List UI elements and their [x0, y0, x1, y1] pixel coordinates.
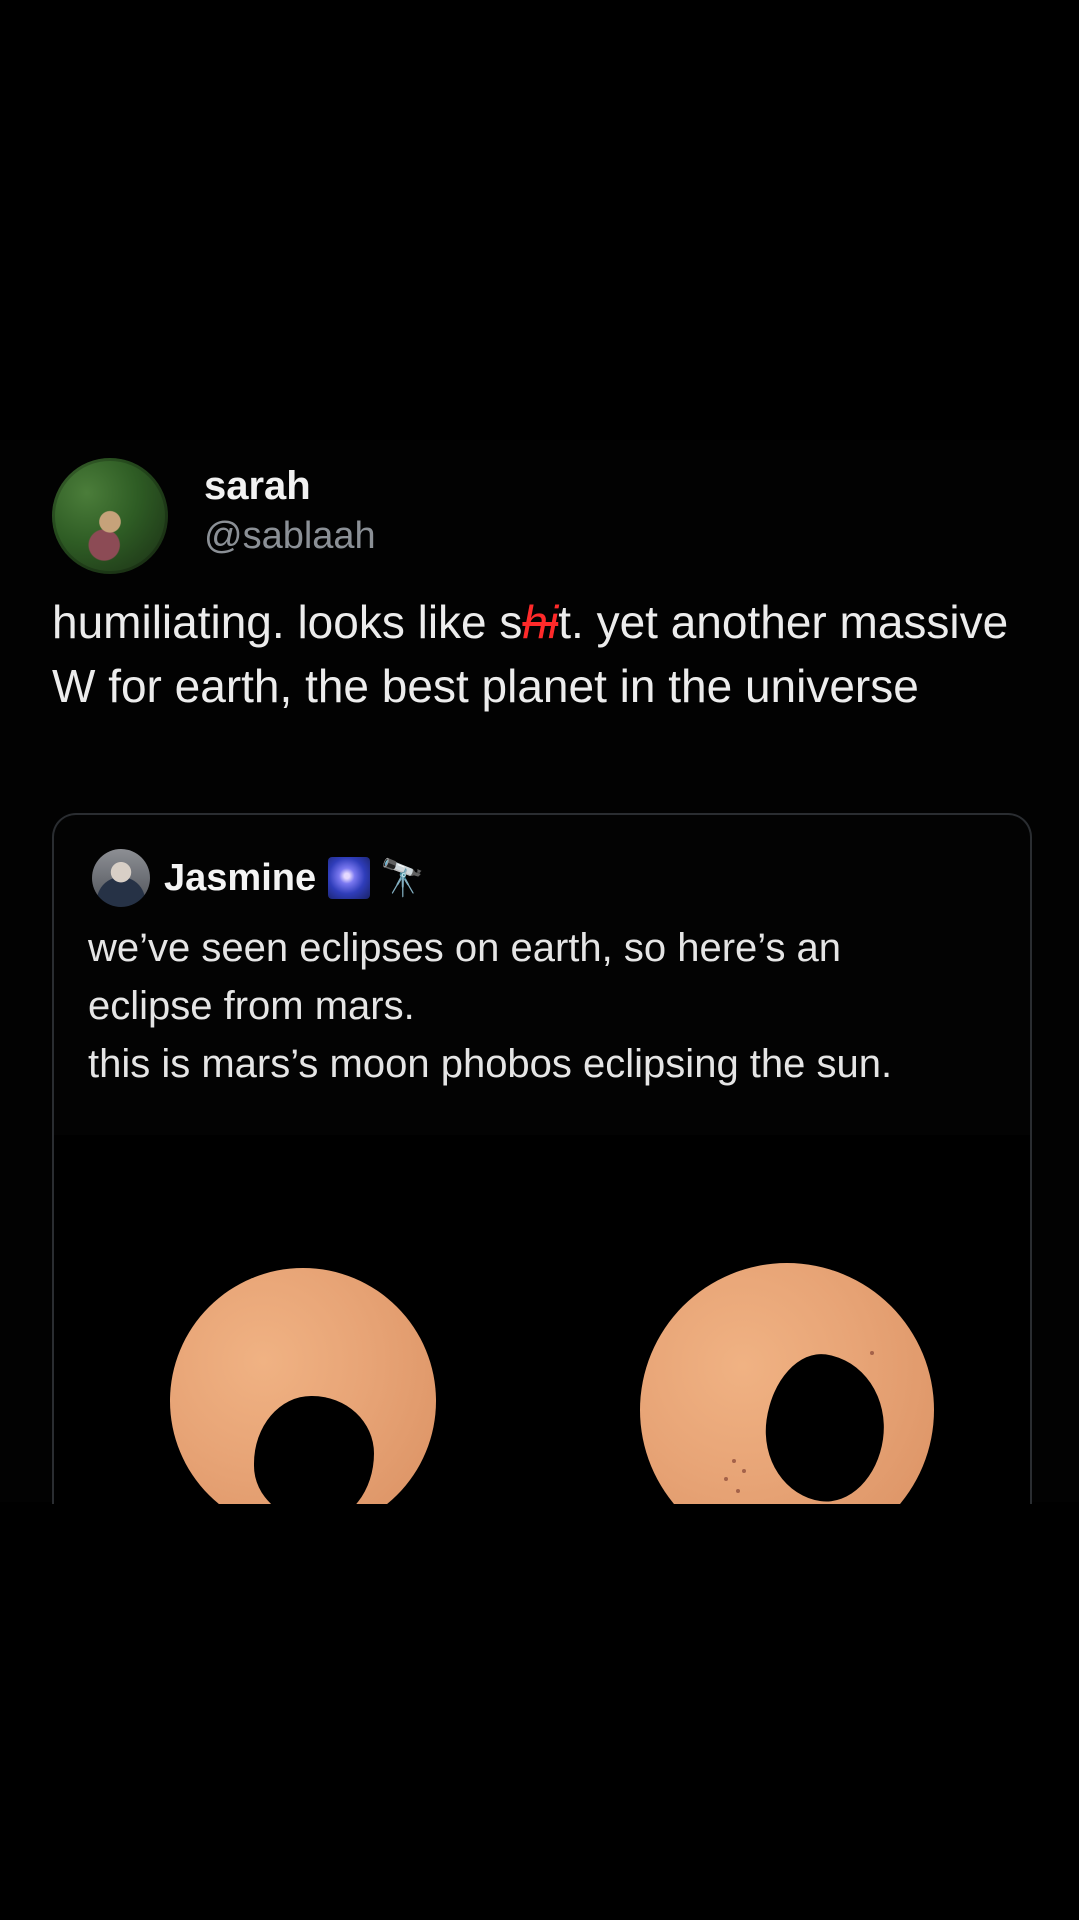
quoted-tweet[interactable]: Jasmine 🔭 we’ve seen eclipses on earth, … [52, 813, 1032, 1504]
tweet-card: sarah @sablaah humiliating. looks like s… [0, 440, 1079, 1504]
tweet-text-before: humiliating. looks like s [52, 596, 523, 648]
sunspot [732, 1459, 736, 1463]
sunspot [870, 1351, 874, 1355]
quoted-text-line: eclipse from mars. [88, 984, 415, 1028]
phobos-silhouette-right [756, 1347, 894, 1504]
censored-word-scribble: hi [522, 596, 559, 648]
sunspot [736, 1489, 740, 1493]
sunspot [724, 1477, 728, 1481]
sun-disk-right [640, 1263, 934, 1504]
quoted-avatar[interactable] [92, 849, 150, 907]
sun-disk-left [170, 1268, 436, 1504]
quoted-tweet-author: Jasmine 🔭 [92, 849, 425, 907]
sunspot [742, 1469, 746, 1473]
quoted-display-name[interactable]: Jasmine [164, 857, 316, 900]
telescope-icon: 🔭 [380, 857, 425, 898]
quoted-text-line: this is mars’s moon phobos eclipsing the… [88, 1042, 893, 1086]
galaxy-icon [328, 857, 371, 899]
tweet-author: sarah @sablaah [52, 458, 376, 574]
display-name[interactable]: sarah [204, 460, 376, 512]
eclipse-image[interactable] [54, 1135, 1030, 1504]
tweet-text: humiliating. looks like shit. yet anothe… [52, 590, 1012, 718]
username-handle[interactable]: @sablaah [204, 512, 376, 560]
quoted-text-line: we’ve seen eclipses on earth, so here’s … [88, 926, 842, 970]
quoted-tweet-text: we’ve seen eclipses on earth, so here’s … [88, 919, 988, 1093]
author-names: sarah @sablaah [204, 460, 376, 560]
phobos-silhouette-left [254, 1396, 374, 1504]
avatar[interactable] [52, 458, 168, 574]
